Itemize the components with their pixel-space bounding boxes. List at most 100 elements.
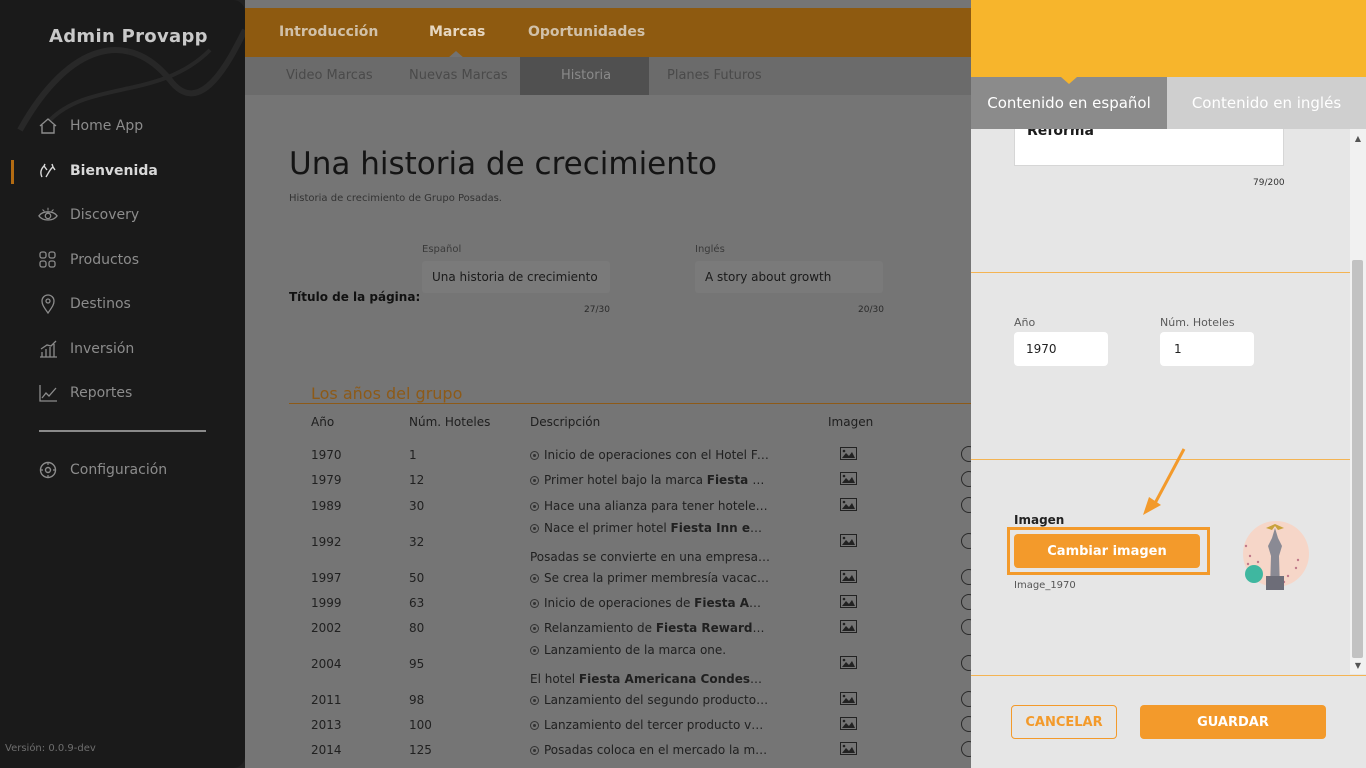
page-subtitle: Historia de crecimiento de Grupo Posadas… bbox=[289, 193, 502, 204]
image-icon[interactable] bbox=[840, 656, 857, 669]
sidebar-item-destinos[interactable]: Destinos bbox=[38, 293, 131, 315]
cell-description-extra: El hotel Fiesta Americana Condesa A... bbox=[530, 672, 770, 686]
edit-icon[interactable] bbox=[961, 594, 971, 610]
edit-icon[interactable] bbox=[961, 471, 971, 487]
description-textarea[interactable]: Americana Reforma. bbox=[1014, 129, 1284, 166]
bullet-icon bbox=[530, 524, 539, 533]
subtab-nuevas-marcas[interactable]: Nuevas Marcas bbox=[409, 68, 508, 83]
cell-description: Inicio de operaciones con el Hotel Fi... bbox=[530, 448, 770, 462]
bullet-icon bbox=[530, 451, 539, 460]
edit-icon[interactable] bbox=[961, 691, 971, 707]
cell-description: Se crea la primer membresía vacacio... bbox=[530, 571, 770, 585]
cell-description: Nace el primer hotel Fiesta Inn en C... bbox=[530, 521, 770, 535]
image-icon[interactable] bbox=[840, 620, 857, 633]
tab-content-english[interactable]: Contenido en inglés bbox=[1167, 77, 1366, 129]
image-icon[interactable] bbox=[840, 447, 857, 460]
page-title: Una historia de crecimiento bbox=[289, 146, 718, 182]
sidebar-item-inversion[interactable]: Inversión bbox=[38, 338, 134, 360]
cell-year: 1989 bbox=[311, 499, 342, 513]
bar-chart-icon bbox=[38, 339, 58, 359]
column-header-description: Descripción bbox=[530, 415, 601, 429]
year-input[interactable]: 1970 bbox=[1014, 332, 1108, 366]
cell-description: Hace una alianza para tener hoteles ... bbox=[530, 499, 770, 513]
cell-description-extra: Posadas se convierte en una empresa ... bbox=[530, 550, 770, 564]
edit-icon[interactable] bbox=[961, 533, 971, 549]
edit-icon[interactable] bbox=[961, 569, 971, 585]
tab-content-spanish[interactable]: Contenido en español bbox=[971, 77, 1167, 129]
title-english-count: 20/30 bbox=[858, 305, 884, 315]
grid-icon bbox=[38, 250, 58, 270]
image-icon[interactable] bbox=[840, 570, 857, 583]
cell-year: 2002 bbox=[311, 621, 342, 635]
cell-hotels: 63 bbox=[409, 596, 425, 610]
year-label: Año bbox=[1014, 316, 1036, 329]
sidebar-divider bbox=[39, 430, 206, 432]
panel-tab-pointer bbox=[1061, 77, 1077, 84]
image-icon[interactable] bbox=[840, 534, 857, 547]
scroll-up-icon[interactable]: ▲ bbox=[1352, 134, 1364, 144]
column-header-hotels: Núm. Hoteles bbox=[409, 415, 491, 429]
footer-separator bbox=[971, 675, 1366, 676]
change-image-button[interactable]: Cambiar imagen bbox=[1014, 534, 1200, 568]
edit-icon[interactable] bbox=[961, 446, 971, 462]
english-label: Inglés bbox=[695, 244, 725, 255]
tab-marcas[interactable]: Marcas bbox=[429, 24, 485, 40]
cell-year: 2013 bbox=[311, 718, 342, 732]
edit-icon[interactable] bbox=[961, 655, 971, 671]
bullet-icon bbox=[530, 476, 539, 485]
image-icon[interactable] bbox=[840, 742, 857, 755]
sidebar-item-discovery[interactable]: Discovery bbox=[38, 204, 139, 226]
active-indicator bbox=[11, 160, 14, 184]
edit-icon[interactable] bbox=[961, 497, 971, 513]
title-spanish-input[interactable]: Una historia de crecimiento bbox=[422, 261, 610, 293]
image-filename: Image_1970 bbox=[1014, 580, 1076, 591]
image-thumbnail bbox=[1243, 521, 1309, 590]
image-label: Imagen bbox=[1014, 513, 1065, 527]
subtab-video-marcas[interactable]: Video Marcas bbox=[286, 68, 373, 83]
cell-year: 1992 bbox=[311, 535, 342, 549]
image-icon[interactable] bbox=[840, 692, 857, 705]
cell-year: 2014 bbox=[311, 743, 342, 757]
edit-icon[interactable] bbox=[961, 741, 971, 757]
edit-icon[interactable] bbox=[961, 619, 971, 635]
sidebar-item-label: Inversión bbox=[70, 341, 135, 357]
subtab-planes-futuros[interactable]: Planes Futuros bbox=[667, 68, 762, 83]
scroll-down-icon[interactable]: ▼ bbox=[1352, 661, 1364, 671]
hands-icon bbox=[38, 161, 58, 181]
cell-description: Lanzamiento del segundo producto v... bbox=[530, 693, 770, 707]
title-english-input[interactable]: A story about growth bbox=[695, 261, 883, 293]
cell-description: Posadas coloca en el mercado la ma... bbox=[530, 743, 770, 757]
sidebar-item-reportes[interactable]: Reportes bbox=[38, 382, 132, 404]
subtab-historia[interactable]: Historia bbox=[561, 68, 611, 83]
save-button[interactable]: GUARDAR bbox=[1140, 705, 1326, 739]
sidebar-item-home-app[interactable]: Home App bbox=[38, 115, 143, 137]
hotels-input[interactable]: 1 bbox=[1160, 332, 1254, 366]
cell-year: 1999 bbox=[311, 596, 342, 610]
sidebar-item-label: Bienvenida bbox=[70, 163, 158, 179]
cell-year: 2011 bbox=[311, 693, 342, 707]
sidebar-item-productos[interactable]: Productos bbox=[38, 249, 139, 271]
edit-icon[interactable] bbox=[961, 716, 971, 732]
cell-description: Relanzamiento de Fiesta Rewards e... bbox=[530, 621, 770, 635]
annotation-arrow-icon bbox=[1143, 448, 1186, 515]
bullet-icon bbox=[530, 646, 539, 655]
app-brand: Admin Provapp bbox=[49, 26, 208, 47]
image-icon[interactable] bbox=[840, 717, 857, 730]
bullet-icon bbox=[530, 721, 539, 730]
cell-hotels: 80 bbox=[409, 621, 425, 635]
scrollbar-thumb[interactable] bbox=[1352, 260, 1363, 658]
sidebar-item-label: Discovery bbox=[70, 207, 140, 223]
main-content: Introducción Marcas Oportunidades Video … bbox=[245, 0, 971, 768]
bullet-icon bbox=[530, 624, 539, 633]
sidebar-item-bienvenida[interactable]: Bienvenida bbox=[38, 160, 158, 182]
cell-description: Lanzamiento de la marca one. bbox=[530, 643, 770, 657]
tab-introduccion[interactable]: Introducción bbox=[279, 24, 378, 40]
panel-scroll-area[interactable]: Americana Reforma. 79/200 Año 1970 Núm. … bbox=[971, 129, 1350, 674]
cell-hotels: 95 bbox=[409, 657, 425, 671]
sidebar-item-configuracion[interactable]: Configuración bbox=[38, 459, 167, 481]
image-icon[interactable] bbox=[840, 595, 857, 608]
image-icon[interactable] bbox=[840, 472, 857, 485]
cancel-button[interactable]: CANCELAR bbox=[1011, 705, 1117, 739]
image-icon[interactable] bbox=[840, 498, 857, 511]
tab-oportunidades[interactable]: Oportunidades bbox=[528, 24, 645, 40]
